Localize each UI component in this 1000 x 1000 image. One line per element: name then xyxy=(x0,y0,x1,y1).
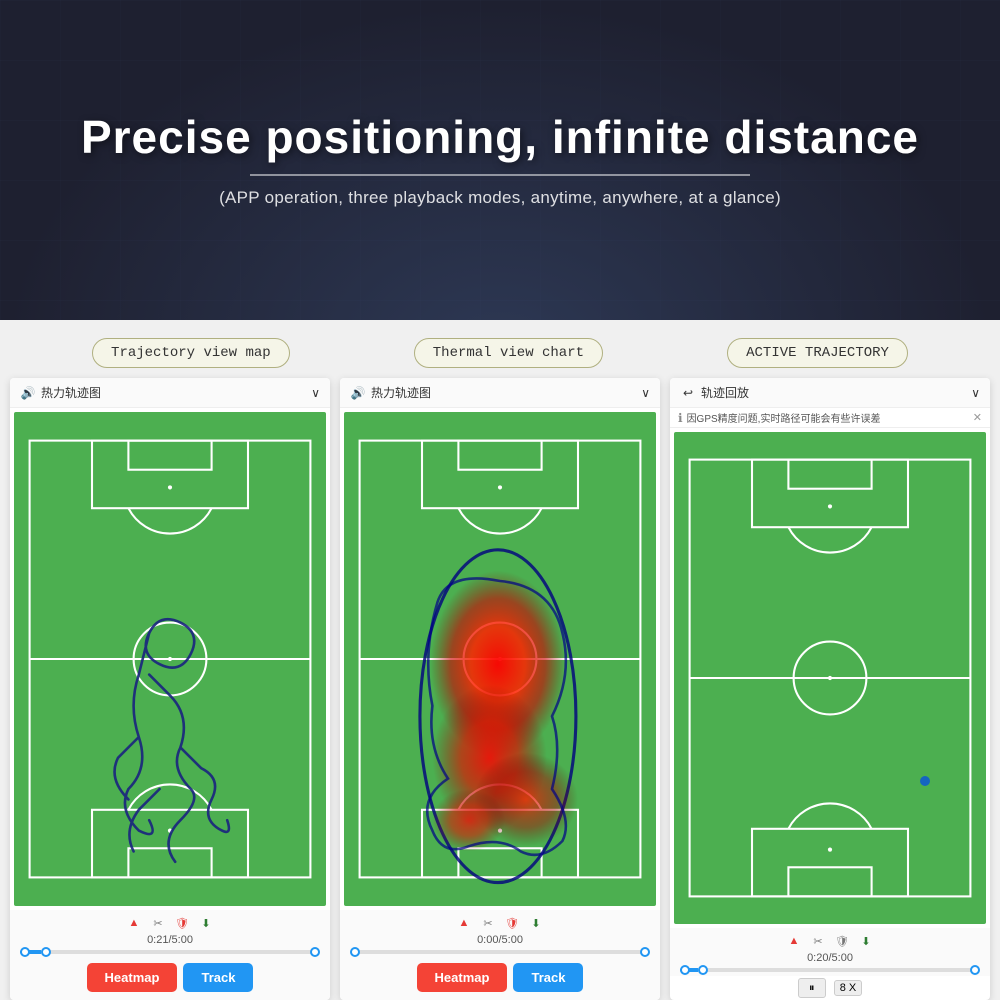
active-time: 0:20/5:00 xyxy=(678,952,982,964)
heatmap-button-2[interactable]: Heatmap xyxy=(417,963,508,992)
card-header-left-2: 🔊 热力轨迹图 xyxy=(350,384,431,401)
scissors-icon-2: ✂ xyxy=(479,914,497,932)
slider-thumb-left[interactable] xyxy=(20,947,30,957)
thermal-slider[interactable] xyxy=(340,948,660,958)
info-icon: ℹ xyxy=(678,411,683,425)
card-thermal: 🔊 热力轨迹图 ∨ xyxy=(340,378,660,1000)
card-trajectory: 🔊 热力轨迹图 ∨ xyxy=(10,378,330,1000)
hero-title: Precise positioning, infinite distance xyxy=(81,112,919,163)
speaker-icon-2: 🔊 xyxy=(350,385,366,401)
active-slider[interactable] xyxy=(670,966,990,976)
card-thermal-title: 热力轨迹图 xyxy=(371,384,431,401)
active-field-lines-svg xyxy=(674,432,986,924)
card-active-header: ↩ 轨迹回放 ∨ xyxy=(670,378,990,408)
download-icon: ⬇ xyxy=(197,914,215,932)
chevron-down-icon-2[interactable]: ∨ xyxy=(641,386,650,400)
card-thermal-header: 🔊 热力轨迹图 ∨ xyxy=(340,378,660,408)
card-header-left: 🔊 热力轨迹图 xyxy=(20,384,101,401)
slider-thumb-left-2[interactable] xyxy=(350,947,360,957)
controls-icons: ▲ ✂ 🛡 ⬇ xyxy=(18,914,322,932)
playback-controls: ⏸ 8 X xyxy=(670,976,990,1000)
trajectory-slider[interactable] xyxy=(10,948,330,958)
speed-button[interactable]: 8 X xyxy=(834,980,863,996)
track-button-2[interactable]: Track xyxy=(513,963,583,992)
info-text: 因GPS精度问题,实时路径可能会有些许误差 xyxy=(687,410,881,425)
slider-track-3[interactable] xyxy=(680,968,980,972)
download-icon-3: ⬇ xyxy=(857,932,875,950)
card-trajectory-header: 🔊 热力轨迹图 ∨ xyxy=(10,378,330,408)
trajectory-time: 0:21/5:00 xyxy=(18,934,322,946)
hero-section: Precise positioning, infinite distance (… xyxy=(0,0,1000,320)
shield-icon: 🛡 xyxy=(173,914,191,932)
hero-content: Precise positioning, infinite distance (… xyxy=(81,112,919,209)
hero-divider xyxy=(250,174,750,176)
slider-thumb-right[interactable] xyxy=(310,947,320,957)
slider-thumb-mid[interactable] xyxy=(41,947,51,957)
arrow-up-icon-3: ▲ xyxy=(785,932,803,950)
labels-row: Trajectory view map Thermal view chart A… xyxy=(0,320,1000,368)
pause-button[interactable]: ⏸ xyxy=(798,978,826,998)
card-active-title: 轨迹回放 xyxy=(701,384,749,401)
shield-icon-3: 🛡 xyxy=(833,932,851,950)
replay-icon: ↩ xyxy=(680,385,696,401)
card-header-left-3: ↩ 轨迹回放 xyxy=(680,384,749,401)
speaker-icon: 🔊 xyxy=(20,385,36,401)
slider-thumb-mid-3[interactable] xyxy=(698,965,708,975)
scissors-icon-3: ✂ xyxy=(809,932,827,950)
active-label: ACTIVE TRAJECTORY xyxy=(727,338,908,368)
scissors-icon: ✂ xyxy=(149,914,167,932)
trajectory-controls: ▲ ✂ 🛡 ⬇ 0:21/5:00 xyxy=(10,910,330,948)
trajectory-path-svg xyxy=(14,412,326,906)
card-trajectory-title: 热力轨迹图 xyxy=(41,384,101,401)
heatmap-svg xyxy=(344,412,656,906)
thermal-label: Thermal view chart xyxy=(414,338,603,368)
thermal-controls: ▲ ✂ 🛡 ⬇ 0:00/5:00 xyxy=(340,910,660,948)
thermal-field xyxy=(344,412,656,906)
info-bar: ℹ 因GPS精度问题,实时路径可能会有些许误差 ✕ xyxy=(670,408,990,428)
active-controls: ▲ ✂ 🛡 ⬇ 0:20/5:00 xyxy=(670,928,990,966)
arrow-up-icon-2: ▲ xyxy=(455,914,473,932)
trajectory-field xyxy=(14,412,326,906)
heatmap-button-1[interactable]: Heatmap xyxy=(87,963,178,992)
slider-track[interactable] xyxy=(20,950,320,954)
chevron-down-icon-3[interactable]: ∨ xyxy=(971,386,980,400)
bottom-section: Trajectory view map Thermal view chart A… xyxy=(0,320,1000,1000)
controls-icons-3: ▲ ✂ 🛡 ⬇ xyxy=(678,932,982,950)
slider-track-2[interactable] xyxy=(350,950,650,954)
chevron-down-icon[interactable]: ∨ xyxy=(311,386,320,400)
slider-thumb-right-2[interactable] xyxy=(640,947,650,957)
close-icon[interactable]: ✕ xyxy=(973,411,982,424)
thermal-action-buttons: Heatmap Track xyxy=(340,958,660,1000)
cards-row: 🔊 热力轨迹图 ∨ xyxy=(0,368,1000,1000)
hero-subtitle: (APP operation, three playback modes, an… xyxy=(81,188,919,208)
trajectory-label: Trajectory view map xyxy=(92,338,290,368)
download-icon-2: ⬇ xyxy=(527,914,545,932)
slider-thumb-left-3[interactable] xyxy=(680,965,690,975)
track-button-1[interactable]: Track xyxy=(183,963,253,992)
trajectory-action-buttons: Heatmap Track xyxy=(10,958,330,1000)
shield-icon-2: 🛡 xyxy=(503,914,521,932)
arrow-up-icon: ▲ xyxy=(125,914,143,932)
controls-icons-2: ▲ ✂ 🛡 ⬇ xyxy=(348,914,652,932)
thermal-time: 0:00/5:00 xyxy=(348,934,652,946)
slider-thumb-right-3[interactable] xyxy=(970,965,980,975)
card-active: ↩ 轨迹回放 ∨ ℹ 因GPS精度问题,实时路径可能会有些许误差 ✕ xyxy=(670,378,990,1000)
active-field xyxy=(674,432,986,924)
